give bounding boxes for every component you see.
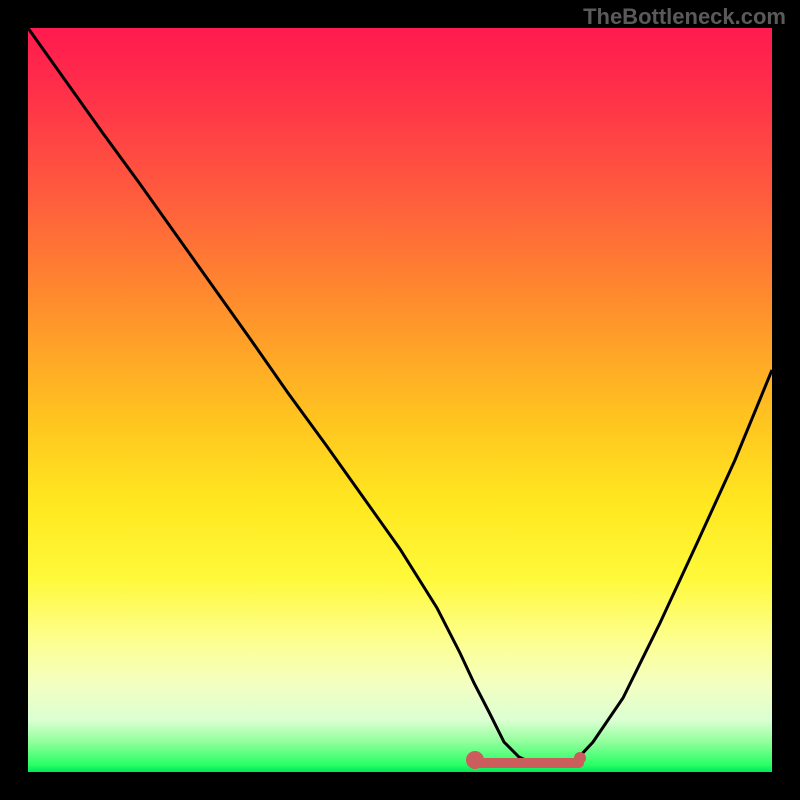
curve-layer <box>28 28 772 772</box>
optimal-marker-start <box>466 751 484 769</box>
optimal-marker-end <box>574 752 586 764</box>
bottleneck-curve <box>28 28 772 765</box>
watermark-text: TheBottleneck.com <box>583 4 786 30</box>
plot-area <box>28 28 772 772</box>
